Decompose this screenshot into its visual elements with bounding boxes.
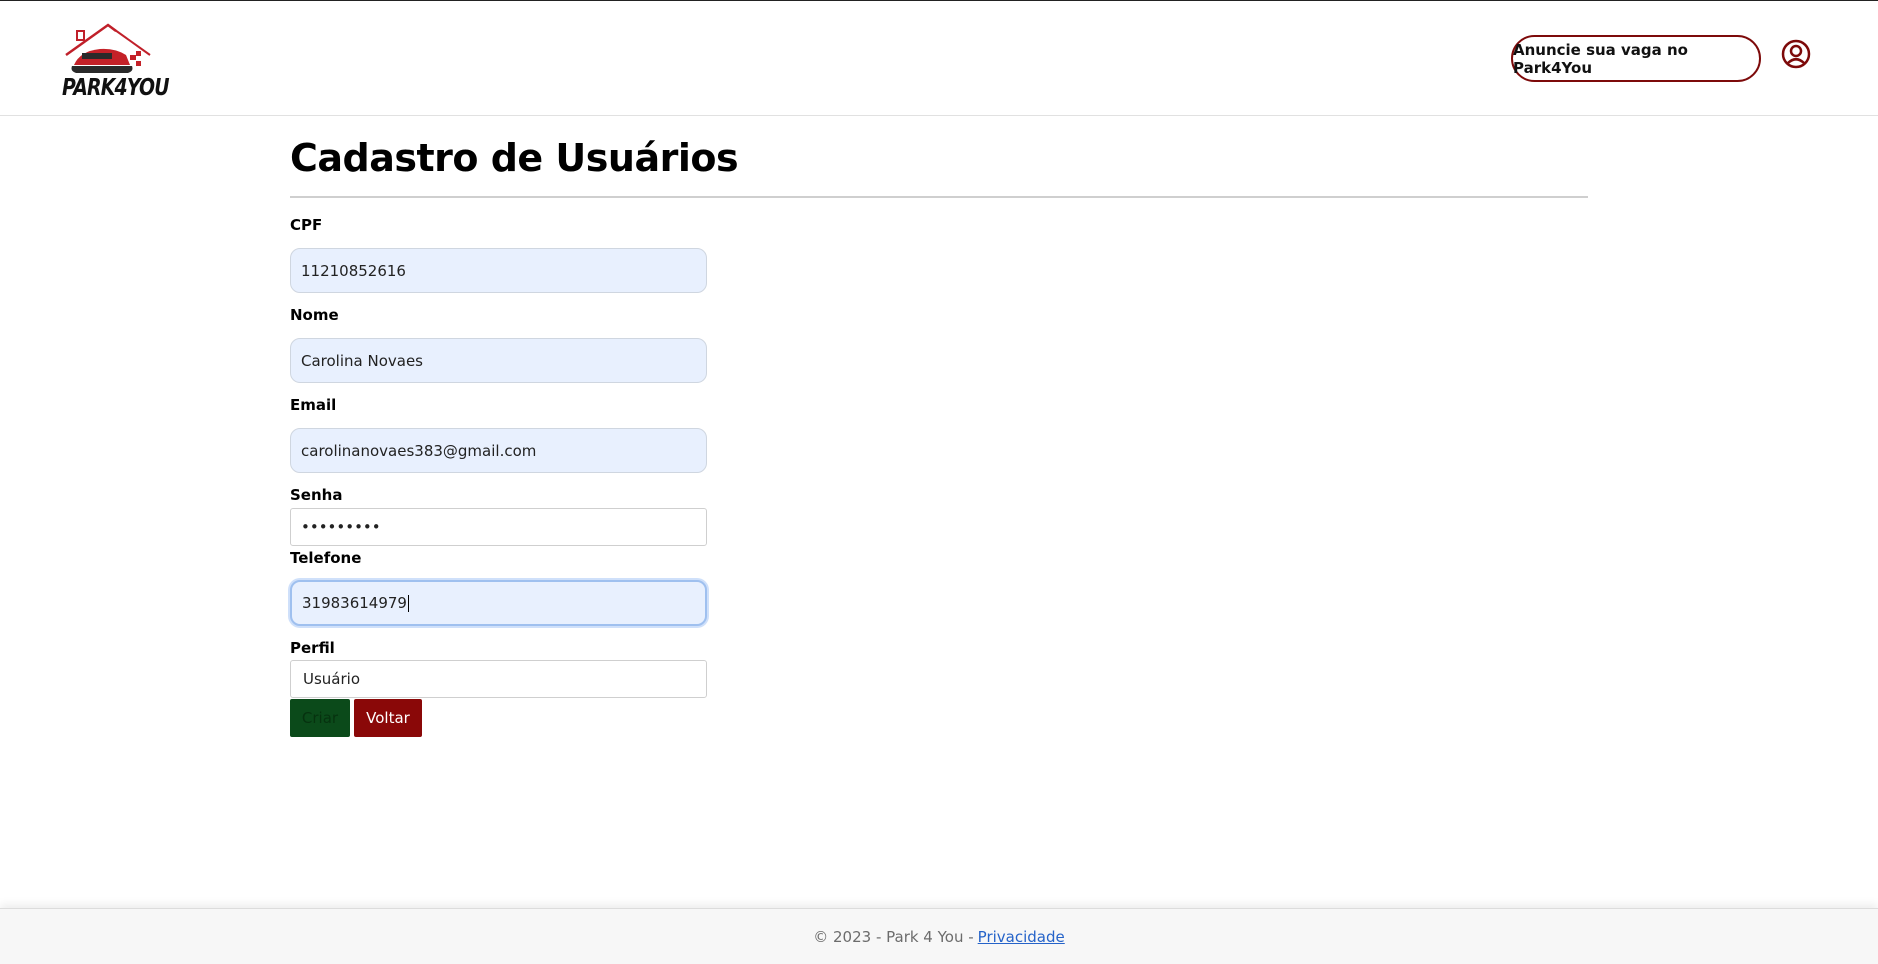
logo-text: PARK4YOU [62, 75, 170, 101]
voltar-button[interactable]: Voltar [354, 699, 422, 737]
house-car-icon [65, 23, 151, 73]
footer-copyright: © 2023 - Park 4 You - [813, 927, 974, 946]
telefone-label: Telefone [290, 549, 362, 567]
perfil-label: Perfil [290, 639, 335, 657]
email-input[interactable]: carolinanovaes383@gmail.com [290, 428, 707, 473]
email-value: carolinanovaes383@gmail.com [301, 441, 537, 460]
title-divider [290, 196, 1588, 198]
privacy-link[interactable]: Privacidade [978, 928, 1065, 946]
nome-input[interactable]: Carolina Novaes [290, 338, 707, 383]
page-title: Cadastro de Usuários [290, 136, 739, 180]
telefone-value: 31983614979 [302, 594, 407, 612]
text-caret [407, 594, 409, 612]
senha-label: Senha [290, 486, 343, 504]
email-label: Email [290, 396, 337, 414]
perfil-value: Usuário [303, 670, 361, 688]
perfil-select[interactable]: Usuário [290, 660, 707, 698]
senha-value: ••••••••• [301, 518, 381, 536]
user-circle-icon[interactable] [1781, 39, 1811, 69]
site-header: PARK4YOU Anuncie sua vaga no Park4You [0, 1, 1878, 116]
senha-input[interactable]: ••••••••• [290, 508, 707, 546]
telefone-input[interactable]: 31983614979 [290, 580, 707, 626]
cpf-value: 11210852616 [301, 261, 406, 280]
nome-value: Carolina Novaes [301, 351, 423, 370]
cpf-label: CPF [290, 216, 323, 234]
cpf-input[interactable]: 11210852616 [290, 248, 707, 293]
announce-spot-button[interactable]: Anuncie sua vaga no Park4You [1511, 35, 1761, 82]
site-footer: © 2023 - Park 4 You - Privacidade [0, 908, 1878, 964]
park4you-logo[interactable]: PARK4YOU [60, 21, 180, 106]
nome-label: Nome [290, 306, 339, 324]
criar-button[interactable]: Criar [290, 699, 350, 737]
